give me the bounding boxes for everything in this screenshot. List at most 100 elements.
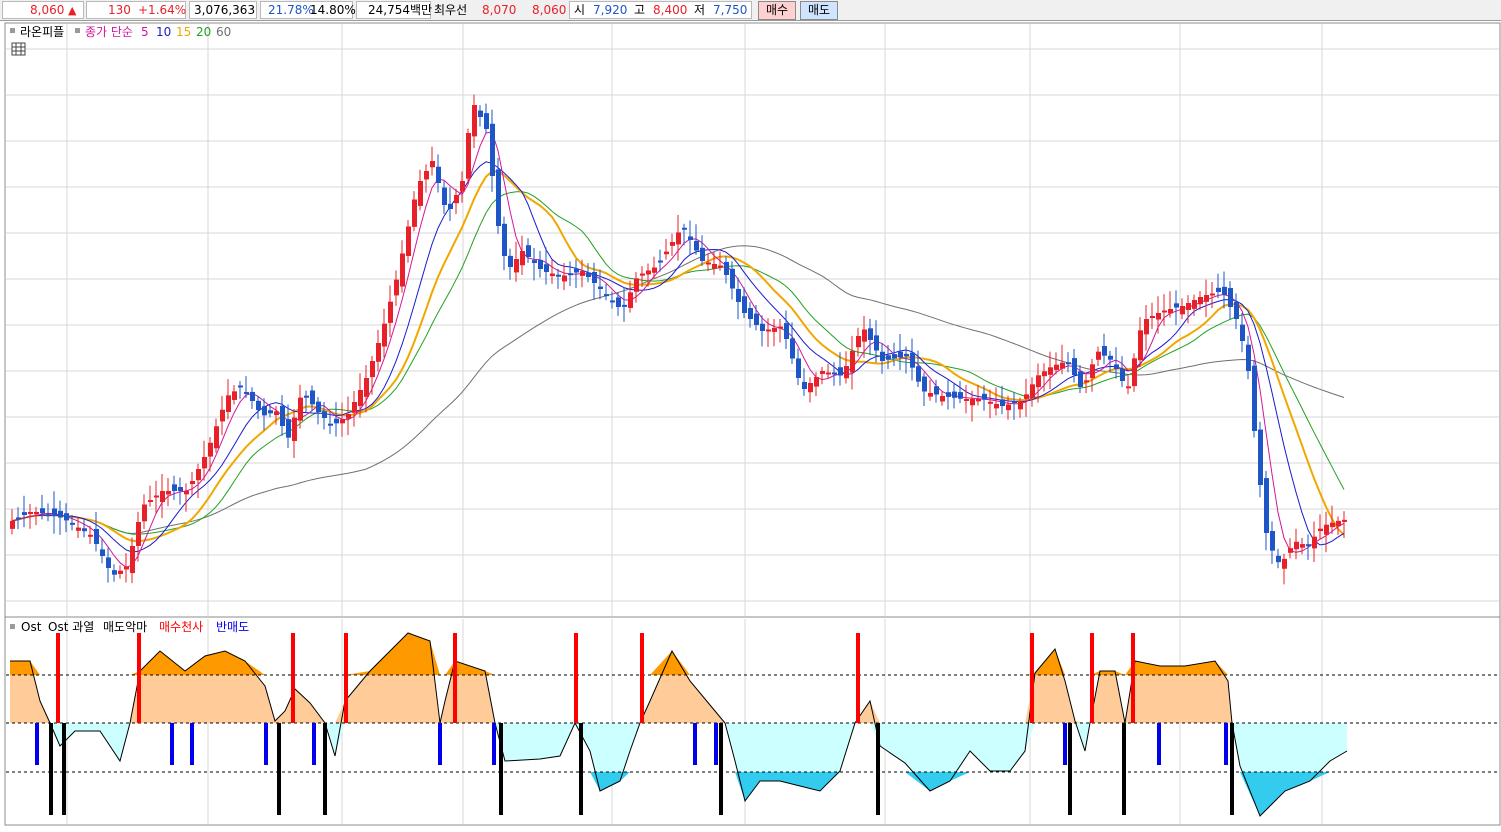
candle-body — [1210, 293, 1215, 296]
candle-body — [454, 195, 459, 204]
candle-body — [946, 392, 951, 397]
up-arrow-icon: ▲ — [68, 4, 77, 17]
sell-devil-bar — [876, 723, 880, 815]
ma15-label: 15 — [176, 25, 191, 39]
candle-body — [808, 383, 813, 393]
candle-body — [1186, 303, 1191, 311]
ratio-2: 14.80% — [310, 3, 356, 17]
candle-body — [160, 491, 165, 503]
candle-body — [1084, 380, 1089, 383]
ma60-label: 60 — [216, 25, 231, 39]
candle-body — [1240, 324, 1245, 341]
candle-body — [988, 401, 993, 404]
candle-body — [238, 385, 243, 388]
candle-body — [1108, 355, 1113, 360]
half-sell-bar — [438, 723, 442, 765]
candle-body — [718, 265, 723, 268]
buy-angel-bar — [453, 633, 457, 723]
candle-body — [394, 279, 399, 296]
candle-body — [202, 457, 207, 469]
candle-body — [352, 402, 357, 413]
half-sell-bar — [1224, 723, 1228, 765]
candle-body — [424, 171, 429, 180]
candle-body — [1048, 367, 1053, 375]
candle-body — [556, 274, 561, 277]
candle-body — [1156, 313, 1161, 320]
open-label: 시 — [574, 3, 586, 17]
candle-body — [100, 549, 105, 556]
candle-body — [262, 406, 267, 416]
candle-body — [484, 113, 489, 129]
candle-body — [376, 343, 381, 362]
volume: 3,076,363 — [194, 3, 256, 17]
candle-body — [766, 329, 771, 332]
current-price: 8,060 — [30, 3, 65, 17]
candle-body — [772, 328, 777, 332]
sell-devil-bar — [1068, 723, 1072, 815]
candle-body — [316, 401, 321, 412]
sell-devil-bar — [499, 723, 503, 815]
buy-angel-bar — [56, 633, 60, 723]
candle-body — [880, 351, 885, 361]
open-price: 7,920 — [593, 3, 628, 17]
candle-body — [166, 491, 171, 495]
sell-devil-bar — [1230, 723, 1234, 815]
candle-body — [436, 166, 441, 183]
ost-overheat-label: Ost 과열 — [48, 620, 94, 634]
candle-body — [1258, 429, 1263, 485]
candle-body — [850, 351, 855, 373]
ost-label: Ost — [21, 620, 42, 634]
candle-body — [694, 240, 699, 251]
candle-body — [832, 372, 837, 375]
candle-body — [112, 570, 117, 575]
candle-body — [742, 296, 747, 313]
candle-body — [130, 546, 135, 574]
grid-icon[interactable] — [11, 42, 26, 56]
candle-body — [478, 110, 483, 117]
candle-body — [1102, 345, 1107, 356]
buy-angel-bar — [291, 633, 295, 723]
candle-body — [1204, 295, 1209, 302]
candle-body — [340, 419, 345, 424]
candle-body — [358, 390, 363, 407]
buy-angel-bar — [137, 633, 141, 723]
buy-angel-label: 매수천사 — [159, 619, 203, 634]
candle-body — [1072, 358, 1077, 375]
candle-body — [802, 381, 807, 389]
candle-body — [1132, 358, 1137, 387]
buy-angel-bar — [1030, 633, 1034, 723]
candle-body — [1066, 362, 1071, 365]
candle-body — [508, 255, 513, 267]
candle-body — [292, 417, 297, 442]
candle-body — [58, 510, 63, 518]
candle-body — [514, 259, 519, 273]
candle-body — [1000, 399, 1005, 406]
candle-body — [526, 245, 531, 257]
candle-body — [838, 367, 843, 376]
sell-button[interactable]: 매도 — [800, 1, 838, 20]
candle-body — [94, 528, 99, 544]
candle-body — [994, 403, 999, 409]
candle-body — [1144, 319, 1149, 335]
candle-body — [244, 391, 249, 394]
candle-body — [10, 521, 15, 529]
ma20-label: 20 — [196, 25, 211, 39]
candle-body — [958, 392, 963, 399]
candle-body — [184, 491, 189, 495]
candle-body — [646, 270, 651, 275]
candle-body — [172, 484, 177, 491]
candle-body — [1054, 364, 1059, 370]
candle-body — [88, 534, 93, 537]
candle-body — [214, 426, 219, 449]
candle-body — [574, 268, 579, 273]
candle-body — [820, 371, 825, 374]
candle-body — [334, 418, 339, 424]
candle-body — [346, 414, 351, 419]
buy-angel-bar — [856, 633, 860, 723]
candle-body — [16, 517, 21, 520]
candle-body — [844, 366, 849, 379]
candle-body — [928, 393, 933, 397]
best-ask: 8,070 — [482, 3, 517, 17]
candle-body — [250, 391, 255, 401]
buy-button[interactable]: 매수 — [758, 1, 796, 20]
